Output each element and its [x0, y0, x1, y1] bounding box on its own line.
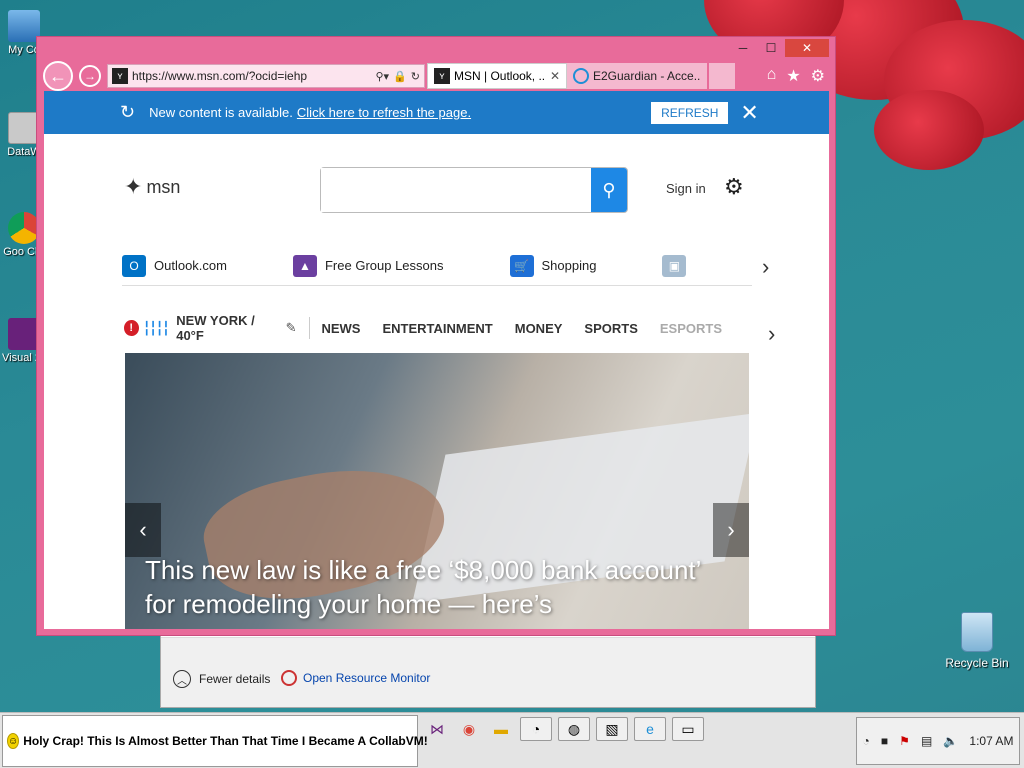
maximize-button[interactable]: ☐ [757, 39, 785, 57]
new-tab-button[interactable] [709, 63, 735, 89]
car-icon: ▣ [662, 254, 687, 277]
system-tray: ◔ ■ ⚑ ▤ 🔈 1:07 AM [856, 717, 1020, 765]
search-box: ⚲ [320, 167, 628, 213]
resource-monitor-icon [281, 670, 297, 686]
chevron-right-icon[interactable]: › [768, 321, 775, 347]
cmd-icon[interactable]: ▭ [672, 717, 704, 741]
carousel-next-button[interactable]: › [713, 503, 749, 557]
refresh-icon[interactable]: ↻ [411, 70, 420, 83]
nav-sports[interactable]: SPORTS [584, 321, 637, 336]
hero-carousel[interactable]: ‹ › This new law is like a free ‘$8,000 … [125, 353, 749, 629]
category-nav: ! ╎╎╎╎ NEW YORK / 40°F ✎ NEWS ENTERTAINM… [124, 313, 744, 343]
smiley-icon: ☺ [7, 733, 20, 749]
new-content-notice-bar: ↻ New content is available. Click here t… [44, 91, 829, 134]
msn-favicon: ʏ [434, 68, 450, 84]
weather-alert-icon[interactable]: ! [124, 320, 139, 336]
close-icon[interactable]: ✕ [740, 100, 758, 126]
rain-icon: ╎╎╎╎ [142, 319, 171, 336]
network-icon[interactable]: ▤ [921, 734, 932, 748]
ie-icon[interactable]: e [634, 717, 666, 741]
carousel-prev-button[interactable]: ‹ [125, 503, 161, 557]
hero-headline[interactable]: This new law is like a free ‘$8,000 bank… [145, 553, 735, 621]
msn-logo[interactable]: ✦ msn [124, 174, 180, 200]
chevron-up-icon: ︿ [173, 670, 191, 688]
resource-monitor-icon[interactable]: ▧ [596, 717, 628, 741]
shopping-cart-icon: 🛒 [509, 254, 534, 277]
sign-in-link[interactable]: Sign in [666, 181, 706, 196]
msn-header: ✦ msn ⚲ Sign in ⚙ [44, 164, 829, 214]
gear-icon[interactable]: ⚙ [724, 174, 744, 200]
ie-icon [573, 68, 589, 84]
forward-button[interactable]: → [79, 65, 101, 87]
close-tab-icon[interactable]: ✕ [550, 69, 560, 83]
window-controls: ─ ☐ ✕ [729, 39, 829, 57]
nav-money[interactable]: MONEY [515, 321, 563, 336]
flag-icon[interactable]: ⚑ [899, 734, 910, 748]
quick-link-outlook[interactable]: O Outlook.com [122, 254, 227, 277]
chrome-icon[interactable]: ◉ [456, 717, 482, 741]
msn-favicon: ʏ [112, 68, 128, 84]
stop-icon[interactable]: ■ [881, 734, 888, 748]
globe-icon[interactable]: ◍ [558, 717, 590, 741]
graduation-cap-icon: ▲ [292, 254, 317, 277]
quick-links-bar: O Outlook.com ▲ Free Group Lessons 🛒 Sho… [122, 246, 752, 286]
volume-icon[interactable]: 🔈 [943, 734, 958, 748]
window-footer: ︿ Fewer details Open Resource Monitor [161, 637, 815, 707]
chevron-right-icon[interactable]: › [762, 254, 769, 280]
lock-icon[interactable]: 🔒 [393, 70, 407, 83]
recycle-bin-icon [961, 612, 993, 652]
open-resource-monitor-link[interactable]: Open Resource Monitor [281, 670, 430, 686]
clock[interactable]: 1:07 AM [969, 734, 1013, 748]
tab-e2guardian[interactable]: E2Guardian - Acce... [567, 63, 707, 89]
home-icon[interactable]: ⌂ [767, 66, 777, 86]
refresh-icon: ↻ [120, 102, 136, 122]
desktop-icon-recycle-bin[interactable]: Recycle Bin [942, 612, 1012, 670]
browser-navbar: ← → ʏ https://www.msn.com/?ocid=iehp ⚲▾ … [43, 61, 829, 91]
refresh-page-link[interactable]: Click here to refresh the page. [297, 105, 471, 120]
butterfly-icon: ✦ [124, 174, 143, 199]
collabvm-banner: ☺ Holy Crap! This Is Almost Better Than … [2, 715, 428, 767]
refresh-button[interactable]: REFRESH [651, 101, 729, 124]
page-content: ↻ New content is available. Click here t… [44, 91, 829, 629]
back-button[interactable]: ← [43, 61, 73, 91]
quick-link-shopping[interactable]: 🛒 Shopping [509, 254, 596, 277]
close-window-button[interactable]: ✕ [785, 39, 829, 57]
taskbar-apps: ⋈ ◉ ▬ ◔ ◍ ▧ e ▭ [424, 717, 704, 741]
minimize-button[interactable]: ─ [729, 39, 757, 57]
nav-news[interactable]: NEWS [321, 321, 360, 336]
fewer-details-toggle[interactable]: ︿ Fewer details [173, 670, 270, 688]
tab-msn[interactable]: ʏ MSN | Outlook, ... ✕ [427, 63, 567, 89]
search-icon[interactable]: ⚲▾ [376, 70, 390, 83]
edit-pencil-icon[interactable]: ✎ [286, 320, 297, 336]
taskbar: ☺ Holy Crap! This Is Almost Better Than … [0, 712, 1024, 768]
steam-icon[interactable]: ◔ [520, 717, 552, 741]
internet-explorer-window: ─ ☐ ✕ ← → ʏ https://www.msn.com/?ocid=ie… [36, 36, 836, 636]
quick-link-free-group-lessons[interactable]: ▲ Free Group Lessons [292, 254, 444, 277]
favorites-star-icon[interactable]: ★ [786, 66, 800, 86]
browser-tools: ⌂ ★ ⚙ [767, 66, 829, 86]
outlook-icon: O [122, 254, 146, 277]
address-bar[interactable]: ʏ https://www.msn.com/?ocid=iehp ⚲▾ 🔒 ↻ [107, 64, 425, 88]
search-icon[interactable]: ⚲ [591, 168, 627, 212]
search-input[interactable] [321, 168, 591, 212]
visual-studio-icon[interactable]: ⋈ [424, 717, 450, 741]
address-url: https://www.msn.com/?ocid=iehp [132, 69, 308, 83]
nav-esports[interactable]: ESPORTS [660, 321, 722, 336]
folder-icon[interactable]: ▬ [488, 717, 514, 741]
quick-link-cars[interactable]: ▣ [662, 254, 694, 277]
nav-entertainment[interactable]: ENTERTAINMENT [382, 321, 492, 336]
divider [308, 317, 310, 339]
weather-location[interactable]: NEW YORK / 40°F [176, 313, 275, 343]
steam-tray-icon[interactable]: ◔ [863, 734, 870, 748]
settings-gear-icon[interactable]: ⚙ [811, 66, 825, 86]
